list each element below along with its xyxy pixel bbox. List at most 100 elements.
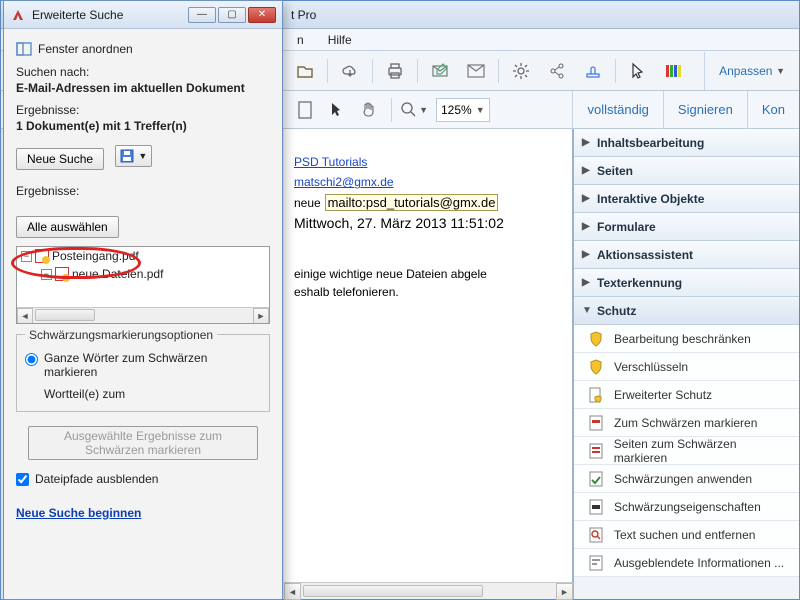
scroll-thumb[interactable] [303, 585, 483, 597]
close-button[interactable]: ✕ [248, 7, 276, 23]
scroll-right-icon[interactable]: ► [556, 583, 573, 600]
schutz-anwenden[interactable]: Schwärzungen anwenden [574, 465, 799, 493]
adobe-icon [10, 7, 26, 23]
redact-apply-icon [588, 471, 604, 487]
chevron-down-icon: ▼ [582, 305, 591, 316]
vollstaendig-button[interactable]: vollständig [572, 91, 662, 129]
shield-lock-icon [588, 359, 604, 375]
floppy-icon [120, 149, 134, 163]
separator [327, 59, 328, 83]
link-email[interactable]: matschi2@gmx.de [294, 175, 394, 189]
schutz-text-entfernen[interactable]: Text suchen und entfernen [574, 521, 799, 549]
color-bars-icon[interactable] [660, 57, 688, 85]
section-aktionsassistent[interactable]: ▶Aktionsassistent [574, 241, 799, 269]
page-icon[interactable] [291, 96, 319, 124]
schutz-seiten-schwaerzen[interactable]: Seiten zum Schwärzen markieren [574, 437, 799, 465]
zoom-dropdown[interactable]: 125%▼ [436, 98, 490, 122]
radio-ganze-label: Ganze Wörter zum Schwärzen markieren [44, 351, 224, 379]
neue-label: neue [294, 196, 321, 210]
menu-help[interactable]: Hilfe [322, 31, 358, 49]
section-texterkennung[interactable]: ▶Texterkennung [574, 269, 799, 297]
link-psd-tutorials[interactable]: PSD Tutorials [294, 155, 367, 169]
zoom-value: 125% [441, 103, 472, 117]
maximize-button[interactable]: ▢ [218, 7, 246, 23]
scroll-thumb[interactable] [35, 309, 95, 321]
section-schutz[interactable]: ▼Schutz [574, 297, 799, 325]
search-remove-icon [588, 527, 604, 543]
tree-row-child[interactable]: − neue Dateien.pdf [17, 265, 269, 283]
results-tree[interactable]: − Posteingang.pdf − neue Dateien.pdf ◄ ► [16, 246, 270, 324]
anpassen-button[interactable]: Anpassen ▼ [704, 52, 799, 90]
separator [391, 98, 392, 122]
scroll-track[interactable] [33, 308, 253, 324]
ergebnisse-label: Ergebnisse: [16, 103, 270, 117]
arrange-windows-label[interactable]: Fenster anordnen [38, 42, 133, 56]
radio-ganze-woerter[interactable] [25, 353, 38, 366]
search-title: Erweiterte Suche [32, 8, 182, 22]
document-view: PSD Tutorials matschi2@gmx.de neue mailt… [284, 129, 573, 599]
zoom-icon[interactable]: ▼ [400, 96, 428, 124]
pdf-icon [55, 267, 69, 281]
section-interaktive-objekte[interactable]: ▶Interaktive Objekte [574, 185, 799, 213]
mailto-tooltip: mailto:psd_tutorials@gmx.de [325, 194, 499, 211]
cloud-icon[interactable] [336, 57, 364, 85]
gear-icon[interactable] [507, 57, 535, 85]
chevron-right-icon: ▶ [582, 249, 591, 260]
doc-h-scrollbar[interactable]: ◄ ► [284, 582, 573, 599]
section-inhaltsbearbeitung[interactable]: ▶Inhaltsbearbeitung [574, 129, 799, 157]
schutz-verschluesseln[interactable]: Verschlüsseln [574, 353, 799, 381]
schutz-erweiterter-schutz[interactable]: Erweiterter Schutz [574, 381, 799, 409]
collapse-icon[interactable]: − [41, 269, 52, 280]
scroll-left-icon[interactable]: ◄ [284, 583, 301, 600]
suchen-nach-label: Suchen nach: [16, 65, 270, 79]
share-icon[interactable] [543, 57, 571, 85]
app-title: t Pro [291, 8, 316, 22]
scroll-right-icon[interactable]: ► [253, 308, 269, 324]
redact-props-icon [588, 499, 604, 515]
tree-root-label: Posteingang.pdf [52, 249, 139, 263]
chk-dateipfade-label: Dateipfade ausblenden [35, 472, 158, 486]
advanced-search-window: Erweiterte Suche — ▢ ✕ Fenster anordnen … [3, 0, 283, 600]
scroll-left-icon[interactable]: ◄ [17, 308, 33, 324]
tree-row-root[interactable]: − Posteingang.pdf [17, 247, 269, 265]
section-seiten[interactable]: ▶Seiten [574, 157, 799, 185]
document-body: einige wichtige neue Dateien abgele esha… [294, 265, 570, 301]
neue-suche-button[interactable]: Neue Suche [16, 148, 104, 170]
minimize-button[interactable]: — [188, 7, 216, 23]
redact-mark-icon [588, 415, 604, 431]
tree-h-scrollbar[interactable]: ◄ ► [17, 307, 269, 323]
apply-redaction-button[interactable]: Ausgewählte Ergebnisse zum Schwärzen mar… [28, 426, 258, 460]
kommentar-button[interactable]: Kon [747, 91, 799, 129]
tools-panel: ▶Inhaltsbearbeitung ▶Seiten ▶Interaktive… [573, 129, 799, 599]
redact-pages-icon [588, 443, 604, 459]
pointer-icon[interactable] [624, 57, 652, 85]
mail-icon[interactable] [462, 57, 490, 85]
open-icon[interactable] [291, 57, 319, 85]
signieren-button[interactable]: Signieren [663, 91, 747, 129]
schutz-ausgeblendete[interactable]: Ausgeblendete Informationen ... [574, 549, 799, 577]
mail-compose-icon[interactable] [426, 57, 454, 85]
alle-auswaehlen-button[interactable]: Alle auswählen [16, 216, 119, 238]
save-dropdown[interactable]: ▼ [115, 145, 152, 167]
ergebnisse-value: 1 Dokument(e) mit 1 Treffer(n) [16, 119, 270, 133]
shield-yellow-icon [588, 331, 604, 347]
scroll-track[interactable] [301, 583, 556, 599]
chevron-right-icon: ▶ [582, 165, 591, 176]
stamp-icon[interactable] [579, 57, 607, 85]
chk-dateipfade[interactable] [16, 473, 29, 486]
ergebnisse2-label: Ergebnisse: [16, 184, 270, 198]
schutz-zum-schwaerzen[interactable]: Zum Schwärzen markieren [574, 409, 799, 437]
schutz-eigenschaften[interactable]: Schwärzungseigenschaften [574, 493, 799, 521]
collapse-icon[interactable]: − [21, 251, 32, 262]
hand-icon[interactable] [355, 96, 383, 124]
section-formulare[interactable]: ▶Formulare [574, 213, 799, 241]
neue-suche-link[interactable]: Neue Suche beginnen [16, 506, 141, 520]
pdf-icon [35, 249, 49, 263]
fieldset-legend: Schwärzungsmarkierungsoptionen [25, 328, 217, 342]
cursor-select-icon[interactable] [327, 96, 347, 124]
print-icon[interactable] [381, 57, 409, 85]
schutz-bearbeitung-beschraenken[interactable]: Bearbeitung beschränken [574, 325, 799, 353]
tree-child-label: neue Dateien.pdf [72, 267, 163, 281]
menu-tools[interactable]: n [291, 31, 310, 49]
search-titlebar[interactable]: Erweiterte Suche — ▢ ✕ [4, 1, 282, 29]
